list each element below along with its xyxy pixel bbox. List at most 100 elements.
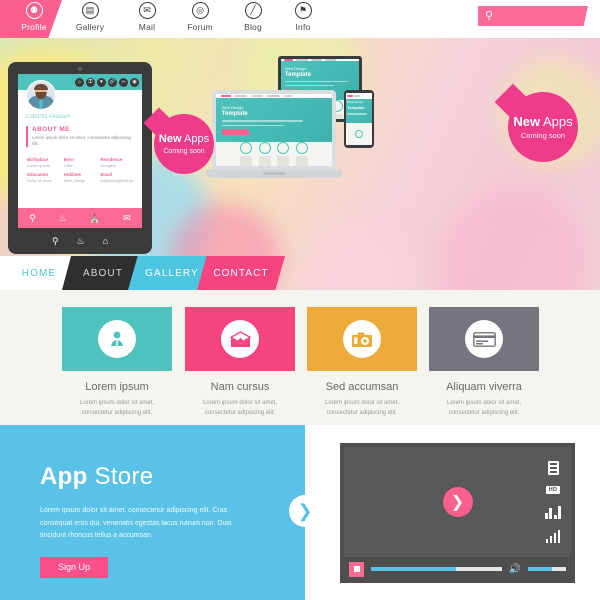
badge-subtitle: Coming soon xyxy=(163,147,205,155)
chat-icon: ◎ xyxy=(191,2,209,19)
video-screen[interactable]: ❯ HD xyxy=(344,447,571,557)
field-key: Hobbies xyxy=(63,172,81,178)
progress-bar[interactable] xyxy=(371,567,502,571)
badge-subtitle: Coming soon xyxy=(520,130,566,140)
nav-item-label: Forum xyxy=(187,21,213,32)
feature-title: Lorem ipsum xyxy=(85,381,149,393)
badge-title: New Apps xyxy=(158,132,209,145)
next-slide-arrow-button[interactable]: ❯ xyxy=(289,495,321,527)
about-me-text: Lorem ipsum dolor sit amet, consectetur … xyxy=(32,135,131,147)
feature-card[interactable]: Sed accumsan Lorem ipsum dolor sit amet,… xyxy=(307,307,417,418)
search-icon[interactable]: ⚲ xyxy=(52,236,59,247)
phone-screen: Web Design Template xyxy=(346,93,372,145)
mini-kicker: Web Design xyxy=(221,105,244,111)
nav-item-label: Blog xyxy=(244,21,262,32)
app-store-title-strong: App xyxy=(40,463,88,490)
equalizer-icon[interactable] xyxy=(544,505,562,519)
nav-item-label: Gallery xyxy=(75,21,105,32)
field-value: Hungary xyxy=(100,163,116,169)
signal-bars-icon[interactable] xyxy=(545,530,561,544)
home-icon[interactable]: ⌂ xyxy=(103,236,108,246)
home-icon[interactable]: ⌂ xyxy=(75,77,84,87)
main-menu-bar: HOME ABOUT GALLERY CONTACT xyxy=(0,256,600,290)
tablet-camera-icon xyxy=(78,67,82,71)
field-value: Lorem ipsum xyxy=(27,163,51,169)
nav-item-gallery[interactable]: ▤ Gallery xyxy=(62,2,118,36)
feature-card[interactable]: Nam cursus Lorem ipsum dolor sit amet, c… xyxy=(185,307,295,418)
search-input[interactable] xyxy=(496,11,582,21)
badge-title-light: Apps xyxy=(540,113,573,129)
profile-field: Education Dolor sit amet xyxy=(27,172,61,183)
people-icon[interactable]: ♨ xyxy=(59,213,67,224)
feature-icon-box xyxy=(62,307,172,371)
nav-item-label: Info xyxy=(295,21,311,32)
nav-item-mail[interactable]: ✉ Mail xyxy=(119,2,175,36)
device-mockup-group: Web Design Template Web Design Template … xyxy=(196,56,376,236)
nav-item-info[interactable]: ⚑ Info xyxy=(275,2,331,36)
camera-icon[interactable]: ◉ xyxy=(130,77,139,87)
camera-icon xyxy=(343,320,381,358)
app-store-description: Lorem ipsum dolor sit amet, consectetur … xyxy=(40,507,232,540)
laptop-lid: Web Design Template xyxy=(212,90,336,170)
nav-item-label: Mail xyxy=(138,21,156,32)
menu-item-label: ABOUT xyxy=(83,267,123,279)
profile-field: Hobbies Web Design xyxy=(64,172,98,183)
badge-title-strong: New xyxy=(158,132,182,145)
feature-desc: Lorem ipsum dolor sit amet, consectetur … xyxy=(79,400,155,416)
profile-field: Birthplace Lorem ipsum xyxy=(27,157,61,168)
search-box[interactable]: ⚲ xyxy=(478,6,588,26)
tablet-screen: ⌂ ⚿ ♥ 🔗 ∾ ◉ Lobortis Aliquam ABOUT ME Lo… xyxy=(18,74,142,228)
image-icon: ▤ xyxy=(81,2,99,19)
envelope-icon xyxy=(221,320,259,358)
stop-button[interactable] xyxy=(349,561,364,577)
play-button[interactable]: ❯ xyxy=(442,487,473,517)
feature-icon-box xyxy=(429,307,539,371)
feature-title: Nam cursus xyxy=(210,381,270,393)
film-strip-icon[interactable] xyxy=(547,460,559,475)
top-navigation-bar: ⚉ Profile ▤ Gallery ✉ Mail ◎ Forum ╱ Blo… xyxy=(0,0,600,38)
store-icon[interactable]: ⛪ xyxy=(89,213,100,224)
about-me-title: ABOUT ME xyxy=(32,126,70,133)
search-icon: ⚲ xyxy=(485,9,494,22)
mini-body xyxy=(216,142,332,166)
features-section: Lorem ipsum Lorem ipsum dolor sit amet, … xyxy=(0,290,600,425)
lock-icon[interactable]: ⚿ xyxy=(86,77,95,87)
laptop-base xyxy=(206,170,342,178)
mini-website: Web Design Template xyxy=(346,93,372,145)
nav-item-blog[interactable]: ╱ Blog xyxy=(225,2,281,36)
sign-up-button[interactable]: Sign Up xyxy=(40,556,108,578)
person-icon xyxy=(98,320,136,358)
feature-desc: Lorem ipsum dolor sit amet, consectetur … xyxy=(446,400,522,416)
nav-item-profile[interactable]: ⚉ Profile xyxy=(6,2,62,36)
mini-kicker: Web Design xyxy=(284,65,307,71)
mail-icon[interactable]: ✉ xyxy=(123,213,131,224)
nav-item-forum[interactable]: ◎ Forum xyxy=(172,2,228,36)
video-player: ❯ HD 🔊 xyxy=(340,443,575,583)
volume-slider[interactable] xyxy=(528,567,566,571)
mini-title: Template xyxy=(347,105,365,111)
volume-icon[interactable]: 🔊 xyxy=(509,564,521,575)
field-key: Born xyxy=(63,157,74,163)
phone-mockup: Web Design Template xyxy=(344,90,374,148)
new-apps-badge-left[interactable]: New Apps Coming soon xyxy=(154,114,214,174)
hd-badge-icon[interactable]: HD xyxy=(545,486,561,495)
info-pin-icon: ⚑ xyxy=(294,2,312,19)
feature-card[interactable]: Aliquam viverra Lorem ipsum dolor sit am… xyxy=(429,307,539,418)
new-apps-badge-right[interactable]: New Apps Coming soon xyxy=(508,92,578,162)
profile-fields: Birthplace Lorem ipsum Born 1986 Residen… xyxy=(26,157,134,183)
field-value: Dolor sit amet xyxy=(27,178,52,184)
link-icon[interactable]: 🔗 xyxy=(108,77,117,87)
menu-item-contact[interactable]: CONTACT xyxy=(197,256,285,290)
feature-card[interactable]: Lorem ipsum Lorem ipsum dolor sit amet, … xyxy=(62,307,172,418)
laptop-screen: Web Design Template xyxy=(216,94,332,166)
search-icon[interactable]: ⚲ xyxy=(29,213,36,224)
menu-item-label: CONTACT xyxy=(213,267,269,279)
profile-field: Residence Hungary xyxy=(100,157,134,168)
feature-desc: Lorem ipsum dolor sit amet, consectetur … xyxy=(324,400,400,416)
share-icon[interactable]: ∾ xyxy=(119,77,128,87)
feature-desc: Lorem ipsum dolor sit amet, consectetur … xyxy=(202,400,278,416)
field-key: Email xyxy=(100,172,113,178)
people-icon[interactable]: ♨ xyxy=(77,236,85,247)
heart-icon[interactable]: ♥ xyxy=(97,77,106,87)
laptop-mockup: Web Design Template xyxy=(206,90,342,186)
